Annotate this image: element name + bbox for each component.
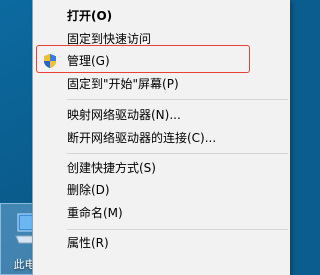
menu-item-properties[interactable]: 属性(R): [33, 232, 290, 254]
menu-item-rename[interactable]: 重命名(M): [33, 202, 290, 224]
menu-item-manage[interactable]: 管理(G): [33, 50, 290, 72]
context-menu: 打开(O) 固定到快速访问 管理(G) 固定到"开始"屏幕(P) 映射网络驱动器…: [32, 0, 290, 275]
menu-item-map-network-drive[interactable]: 映射网络驱动器(N)...: [33, 104, 290, 126]
menu-item-manage-label: 管理(G): [67, 54, 110, 68]
menu-separator: [67, 153, 288, 154]
menu-item-create-shortcut[interactable]: 创建快捷方式(S): [33, 157, 290, 179]
menu-item-pin-quick-access[interactable]: 固定到快速访问: [33, 28, 290, 50]
menu-separator: [67, 99, 288, 100]
menu-separator: [67, 229, 288, 230]
menu-item-delete[interactable]: 删除(D): [33, 179, 290, 201]
menu-item-open[interactable]: 打开(O): [33, 5, 290, 27]
uac-shield-icon: [44, 54, 56, 68]
menu-item-pin-start[interactable]: 固定到"开始"屏幕(P): [33, 73, 290, 95]
menu-item-disconnect-network-drive[interactable]: 断开网络驱动器的连接(C)...: [33, 127, 290, 149]
